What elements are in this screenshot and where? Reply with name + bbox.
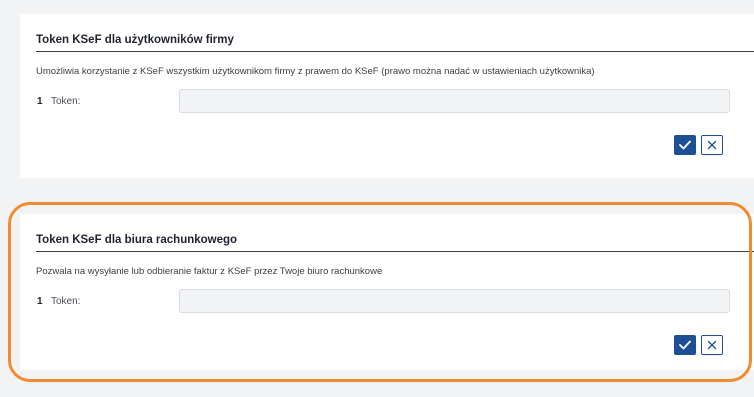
- confirm-button[interactable]: [674, 335, 696, 355]
- token-label: Token:: [51, 296, 81, 307]
- cancel-button[interactable]: [701, 135, 723, 155]
- ksef-token-accounting-office-section: Token KSeF dla biura rachunkowego Pozwal…: [20, 214, 754, 370]
- section-description: Pozwala na wysyłanie lub odbieranie fakt…: [36, 266, 383, 277]
- token-row: 1 Token:: [36, 289, 754, 315]
- close-icon: [707, 140, 717, 150]
- row-number: 1: [37, 296, 43, 307]
- token-input[interactable]: [179, 289, 730, 313]
- ksef-token-company-users-section: Token KSeF dla użytkowników firmy Umożli…: [20, 14, 754, 178]
- section-title: Token KSeF dla użytkowników firmy: [36, 34, 754, 52]
- token-row: 1 Token:: [36, 89, 754, 115]
- action-buttons: [674, 335, 732, 357]
- action-buttons: [674, 135, 732, 157]
- token-input[interactable]: [179, 89, 730, 113]
- token-label: Token:: [51, 96, 81, 107]
- cancel-button[interactable]: [701, 335, 723, 355]
- section-description: Umożliwia korzystanie z KSeF wszystkim u…: [36, 66, 595, 77]
- close-icon: [707, 340, 717, 350]
- confirm-button[interactable]: [674, 135, 696, 155]
- check-icon: [679, 140, 691, 150]
- section-title: Token KSeF dla biura rachunkowego: [36, 234, 754, 252]
- row-number: 1: [37, 96, 43, 107]
- check-icon: [679, 340, 691, 350]
